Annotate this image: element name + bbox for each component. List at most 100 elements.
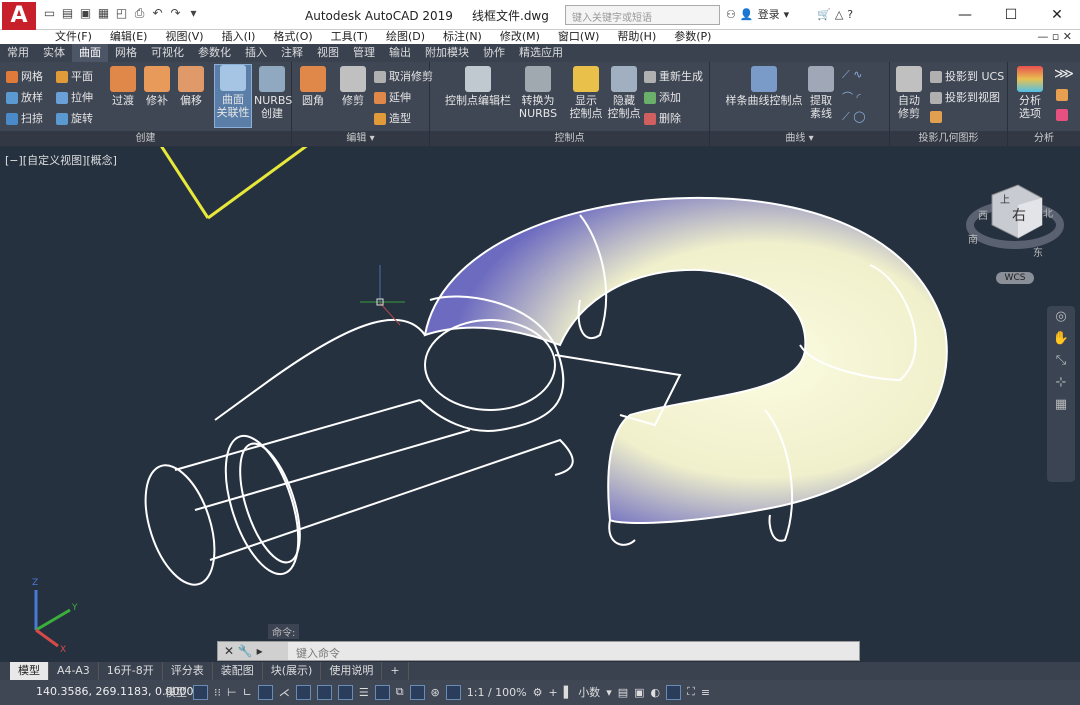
untrim-button[interactable]: 取消修剪 [374, 68, 433, 84]
open-icon[interactable]: ▤ [60, 6, 75, 21]
model-space-toggle[interactable]: 模型 [165, 684, 187, 700]
chevron-down-icon[interactable]: ▾ [606, 686, 612, 699]
menu-insert[interactable]: 插入(I) [213, 30, 265, 44]
convert-nurbs-button[interactable]: 转换为 NURBS [518, 66, 558, 120]
hide-cv-button[interactable]: 隐藏 控制点 [604, 66, 644, 120]
auto-trim-button[interactable]: 自动 修剪 [894, 66, 924, 120]
clean-screen-icon[interactable]: ⛶ [687, 685, 695, 699]
wcs-menu[interactable]: WCS [996, 272, 1034, 284]
workspace-icon[interactable]: ▣ [634, 686, 644, 699]
compass-east[interactable]: 东 [1033, 244, 1043, 259]
menu-modify[interactable]: 修改(M) [491, 30, 549, 44]
isodraft-icon[interactable]: ⋌ [279, 686, 290, 699]
close-button[interactable]: ✕ [1034, 0, 1080, 30]
trim-button[interactable]: 修剪 [338, 66, 368, 107]
redo-icon[interactable]: ↷ [168, 6, 183, 21]
add-cv-button[interactable]: 添加 [644, 89, 681, 105]
add-layout-button[interactable]: + [382, 662, 409, 680]
new-icon[interactable]: ▭ [42, 6, 57, 21]
infer-icon[interactable]: ⊢ [227, 686, 237, 699]
zoom-icon[interactable]: ⤡ [1047, 350, 1075, 372]
zebra-icon[interactable]: ⋙ [1054, 66, 1074, 82]
customize-icon[interactable]: ≡ [701, 686, 710, 699]
rebuild-button[interactable]: 重新生成 [644, 68, 703, 84]
command-input[interactable]: 键入命令 [296, 645, 340, 661]
associativity-button[interactable]: 曲面 关联性 [214, 64, 252, 128]
gear-icon[interactable]: ⚙ [533, 686, 543, 699]
menu-params[interactable]: 参数(P) [665, 30, 720, 44]
planar-button[interactable]: 平面 [56, 68, 93, 84]
snap-icon[interactable]: ⁝⁝ [214, 686, 221, 699]
tab-view[interactable]: 视图 [310, 44, 346, 62]
web-icon[interactable]: ◰ [114, 6, 129, 21]
osnap-toggle[interactable] [295, 684, 311, 700]
tab-insert[interactable]: 插入 [238, 44, 274, 62]
tab-manage[interactable]: 管理 [346, 44, 382, 62]
spline-cv-button[interactable]: 样条曲线控制点 [718, 66, 810, 107]
menu-help[interactable]: 帮助(H) [608, 30, 665, 44]
cart-icon[interactable]: 🛒 [817, 8, 831, 21]
tab-model[interactable]: 模型 [10, 662, 49, 680]
selection-cycling-icon[interactable]: ⧉ [396, 685, 404, 699]
minimize-button[interactable]: — [942, 0, 988, 30]
remove-cv-button[interactable]: 删除 [644, 110, 681, 126]
help-icon[interactable]: ? [847, 8, 853, 21]
save-icon[interactable]: ▣ [78, 6, 93, 21]
search-input[interactable]: 键入关键字或短语 [565, 5, 720, 25]
units-select[interactable]: 小数 [578, 684, 600, 700]
orbit-icon[interactable]: ⊹ [1047, 372, 1075, 394]
project-ucs-button[interactable]: 投影到 UCS [930, 68, 1004, 84]
command-line[interactable]: ✕ 🔧 ▸ 键入命令 [217, 641, 860, 661]
user-icon[interactable]: 👤 [740, 8, 754, 21]
dynamic-ucs-toggle[interactable] [409, 684, 425, 700]
mesh-button[interactable]: 网格 [6, 68, 43, 84]
viewcube-top-label[interactable]: 上 [1000, 191, 1010, 206]
tab-surface[interactable]: 曲面 [72, 44, 108, 62]
plus-icon[interactable]: + [549, 686, 558, 699]
curvature-icon[interactable] [1056, 88, 1071, 101]
tab-output[interactable]: 输出 [382, 44, 418, 62]
cv-edit-bar-button[interactable]: 控制点编辑栏 [440, 66, 516, 107]
blend-button[interactable]: 过渡 [108, 66, 138, 107]
extrude-button[interactable]: 拉伸 [56, 89, 93, 105]
connect-icon[interactable]: △ [835, 8, 843, 21]
tab-layout-score[interactable]: 评分表 [163, 662, 213, 680]
menu-format[interactable]: 格式(O) [264, 30, 321, 44]
tab-featured[interactable]: 精选应用 [512, 44, 570, 62]
extract-isoline-button[interactable]: 提取 素线 [806, 66, 836, 120]
menu-dimension[interactable]: 标注(N) [434, 30, 491, 44]
revolve-button[interactable]: 旋转 [56, 110, 93, 126]
login-link[interactable]: 登录 [758, 6, 780, 22]
chevron-down-icon[interactable]: ▾ [186, 6, 201, 21]
tab-home[interactable]: 常用 [0, 44, 36, 62]
app-logo[interactable]: A [2, 2, 36, 32]
pan-icon[interactable]: ✋ [1047, 328, 1075, 350]
binoculars-icon[interactable]: ⚇ [726, 8, 736, 21]
tab-mesh[interactable]: 网格 [108, 44, 144, 62]
compass-south[interactable]: 南 [968, 231, 978, 246]
showmotion-icon[interactable]: ▦ [1047, 394, 1075, 416]
menu-edit[interactable]: 编辑(E) [101, 30, 157, 44]
drawing-viewport[interactable]: Z Y X 右 上 北 东 南 西 WCS [0, 147, 1080, 662]
undo-icon[interactable]: ↶ [150, 6, 165, 21]
loft-button[interactable]: 放样 [6, 89, 43, 105]
annotation-visibility-toggle[interactable] [445, 684, 461, 700]
tab-parametric[interactable]: 参数化 [191, 44, 238, 62]
hardware-accel-toggle[interactable] [666, 684, 682, 700]
tab-collaborate[interactable]: 协作 [476, 44, 512, 62]
show-cv-button[interactable]: 显示 控制点 [566, 66, 606, 120]
print-icon[interactable]: ⎙ [132, 6, 147, 21]
properties-icon[interactable]: ▤ [618, 686, 628, 699]
chevron-down-icon[interactable]: ▾ [784, 8, 790, 21]
gizmo-icon[interactable]: ⊛ [431, 686, 440, 699]
nurbs-create-button[interactable]: NURBS 创建 [254, 66, 292, 120]
isolate-icon[interactable]: ◐ [651, 686, 661, 699]
tab-layout-block[interactable]: 块(展示) [263, 662, 322, 680]
project-view-button[interactable]: 投影到视图 [930, 89, 1000, 105]
arc-tools[interactable]: ⌒ ◜ [842, 89, 861, 105]
transparency-toggle[interactable] [374, 684, 390, 700]
menu-file[interactable]: 文件(F) [46, 30, 101, 44]
doc-window-controls[interactable]: — ▫ ✕ [1037, 30, 1072, 43]
sweep-button[interactable]: 扫掠 [6, 110, 43, 126]
lineweight-icon[interactable]: ☰ [359, 686, 369, 699]
